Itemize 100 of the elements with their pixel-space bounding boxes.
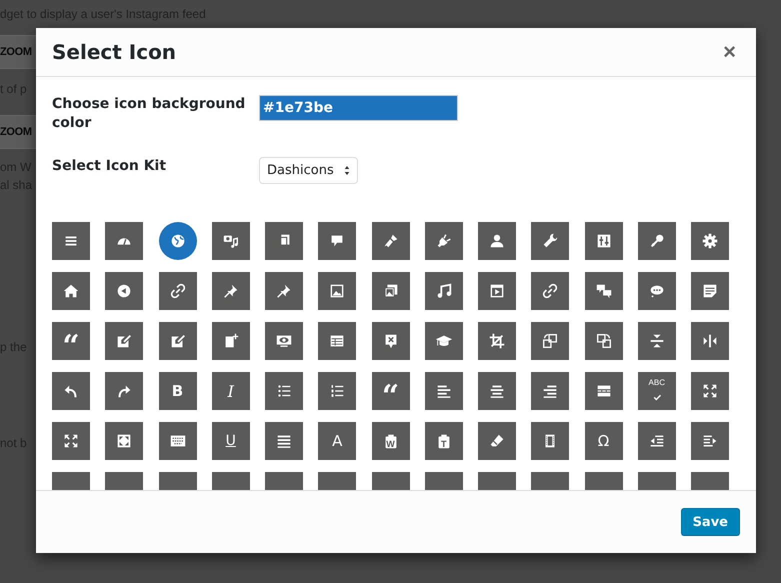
icon-option[interactable] bbox=[265, 422, 303, 460]
icon-option[interactable] bbox=[158, 322, 196, 360]
icon-option[interactable] bbox=[531, 222, 570, 260]
pushpin-icon bbox=[222, 282, 240, 300]
icon-option[interactable] bbox=[478, 222, 516, 260]
icon-option[interactable] bbox=[531, 322, 570, 360]
user-icon bbox=[488, 232, 506, 250]
icon-option[interactable]: “ bbox=[52, 322, 90, 360]
icon-option[interactable] bbox=[372, 222, 410, 260]
icon-option[interactable] bbox=[638, 322, 676, 360]
icon-option[interactable] bbox=[372, 272, 410, 310]
icon-option[interactable] bbox=[212, 272, 250, 310]
edit-icon bbox=[168, 332, 186, 350]
icon-option[interactable] bbox=[691, 372, 729, 410]
icon-option[interactable]: I bbox=[212, 372, 250, 410]
icon-option[interactable] bbox=[158, 222, 196, 260]
icon-option[interactable]: Ω bbox=[584, 422, 622, 460]
icon-option[interactable] bbox=[531, 422, 570, 460]
icon-option[interactable] bbox=[638, 222, 676, 260]
icon-option[interactable] bbox=[691, 222, 729, 260]
fullscreen-icon bbox=[701, 382, 719, 400]
icon-option[interactable] bbox=[265, 222, 303, 260]
settings-icon bbox=[701, 232, 719, 250]
icon-option[interactable] bbox=[212, 222, 250, 260]
spellcheck-label: ABC bbox=[648, 378, 666, 387]
icon-option[interactable] bbox=[531, 272, 570, 310]
icon-option[interactable] bbox=[212, 322, 250, 360]
icon-option[interactable]: A bbox=[318, 422, 356, 460]
icon-option[interactable]: “ bbox=[372, 372, 410, 410]
crop-icon bbox=[488, 332, 506, 350]
icon-option[interactable] bbox=[584, 322, 622, 360]
icon-option[interactable] bbox=[105, 272, 144, 310]
icon-kit-select[interactable]: Dashicons bbox=[259, 157, 358, 184]
close-button[interactable]: × bbox=[719, 41, 740, 63]
dialog-title: Select Icon bbox=[52, 40, 176, 64]
icon-option[interactable] bbox=[105, 222, 144, 260]
icon-option[interactable] bbox=[158, 422, 196, 460]
field-label: Choose icon background color bbox=[52, 95, 246, 133]
icon-option[interactable] bbox=[158, 272, 196, 310]
icon-option[interactable] bbox=[52, 372, 90, 410]
clipboard-letter: W bbox=[386, 439, 395, 449]
icon-option[interactable] bbox=[318, 272, 356, 310]
home-icon bbox=[62, 282, 80, 300]
icon-option[interactable] bbox=[52, 222, 90, 260]
icon-option[interactable] bbox=[318, 222, 356, 260]
sliders-icon bbox=[594, 232, 612, 250]
clipboard-letter: T bbox=[441, 439, 446, 449]
rotate-right-icon bbox=[594, 332, 612, 350]
video-icon bbox=[488, 282, 506, 300]
icon-option[interactable] bbox=[691, 322, 729, 360]
icon-option[interactable] bbox=[691, 272, 729, 310]
icon-option[interactable]: ABC bbox=[638, 372, 676, 410]
fullscreen-icon bbox=[62, 432, 80, 450]
icon-option[interactable] bbox=[265, 322, 303, 360]
pushpin-icon bbox=[275, 282, 293, 300]
icon-option[interactable]: B bbox=[158, 372, 196, 410]
icon-option[interactable] bbox=[531, 372, 570, 410]
icon-option[interactable] bbox=[584, 372, 622, 410]
icon-option[interactable] bbox=[638, 422, 676, 460]
icon-option[interactable] bbox=[424, 272, 463, 310]
flip-vertical-icon bbox=[648, 332, 666, 350]
icon-option[interactable] bbox=[105, 422, 144, 460]
save-button[interactable]: Save bbox=[680, 508, 740, 536]
icon-option[interactable] bbox=[478, 422, 516, 460]
icon-option[interactable] bbox=[478, 322, 516, 360]
icon-option[interactable] bbox=[638, 272, 676, 310]
icon-option[interactable] bbox=[424, 222, 463, 260]
icon-option[interactable] bbox=[318, 372, 356, 410]
wrench-icon bbox=[541, 232, 560, 250]
color-input[interactable]: #1e73be bbox=[259, 95, 458, 121]
field-label: Select Icon Kit bbox=[52, 157, 168, 176]
icon-option[interactable]: T bbox=[424, 422, 463, 460]
chat-bubbles-icon bbox=[594, 282, 612, 300]
edit-icon bbox=[115, 332, 134, 350]
link-icon bbox=[541, 282, 560, 300]
icon-option[interactable] bbox=[424, 372, 463, 410]
icon-option[interactable] bbox=[478, 372, 516, 410]
icon-option[interactable] bbox=[105, 372, 144, 410]
image-icon bbox=[328, 282, 346, 300]
icon-option[interactable] bbox=[584, 272, 622, 310]
icon-option[interactable] bbox=[52, 272, 90, 310]
music-note-icon bbox=[434, 282, 453, 300]
icon-option[interactable] bbox=[52, 422, 90, 460]
icon-option[interactable] bbox=[424, 322, 463, 360]
icon-option[interactable] bbox=[265, 372, 303, 410]
icon-option[interactable] bbox=[691, 422, 729, 460]
icon-option[interactable] bbox=[105, 322, 144, 360]
flip-horizontal-icon bbox=[701, 332, 719, 350]
icon-option[interactable]: U bbox=[212, 422, 250, 460]
icon-option[interactable] bbox=[318, 322, 356, 360]
exit-fullscreen-icon bbox=[115, 432, 134, 450]
icon-option[interactable]: W bbox=[372, 422, 410, 460]
icon-option[interactable] bbox=[372, 322, 410, 360]
icon-option[interactable] bbox=[478, 272, 516, 310]
icon-option[interactable] bbox=[265, 272, 303, 310]
link-icon bbox=[168, 282, 186, 300]
icon-option[interactable] bbox=[584, 222, 622, 260]
globe-icon bbox=[168, 232, 186, 250]
up-down-caret-icon bbox=[344, 165, 350, 176]
rotate-left-icon bbox=[541, 332, 560, 350]
